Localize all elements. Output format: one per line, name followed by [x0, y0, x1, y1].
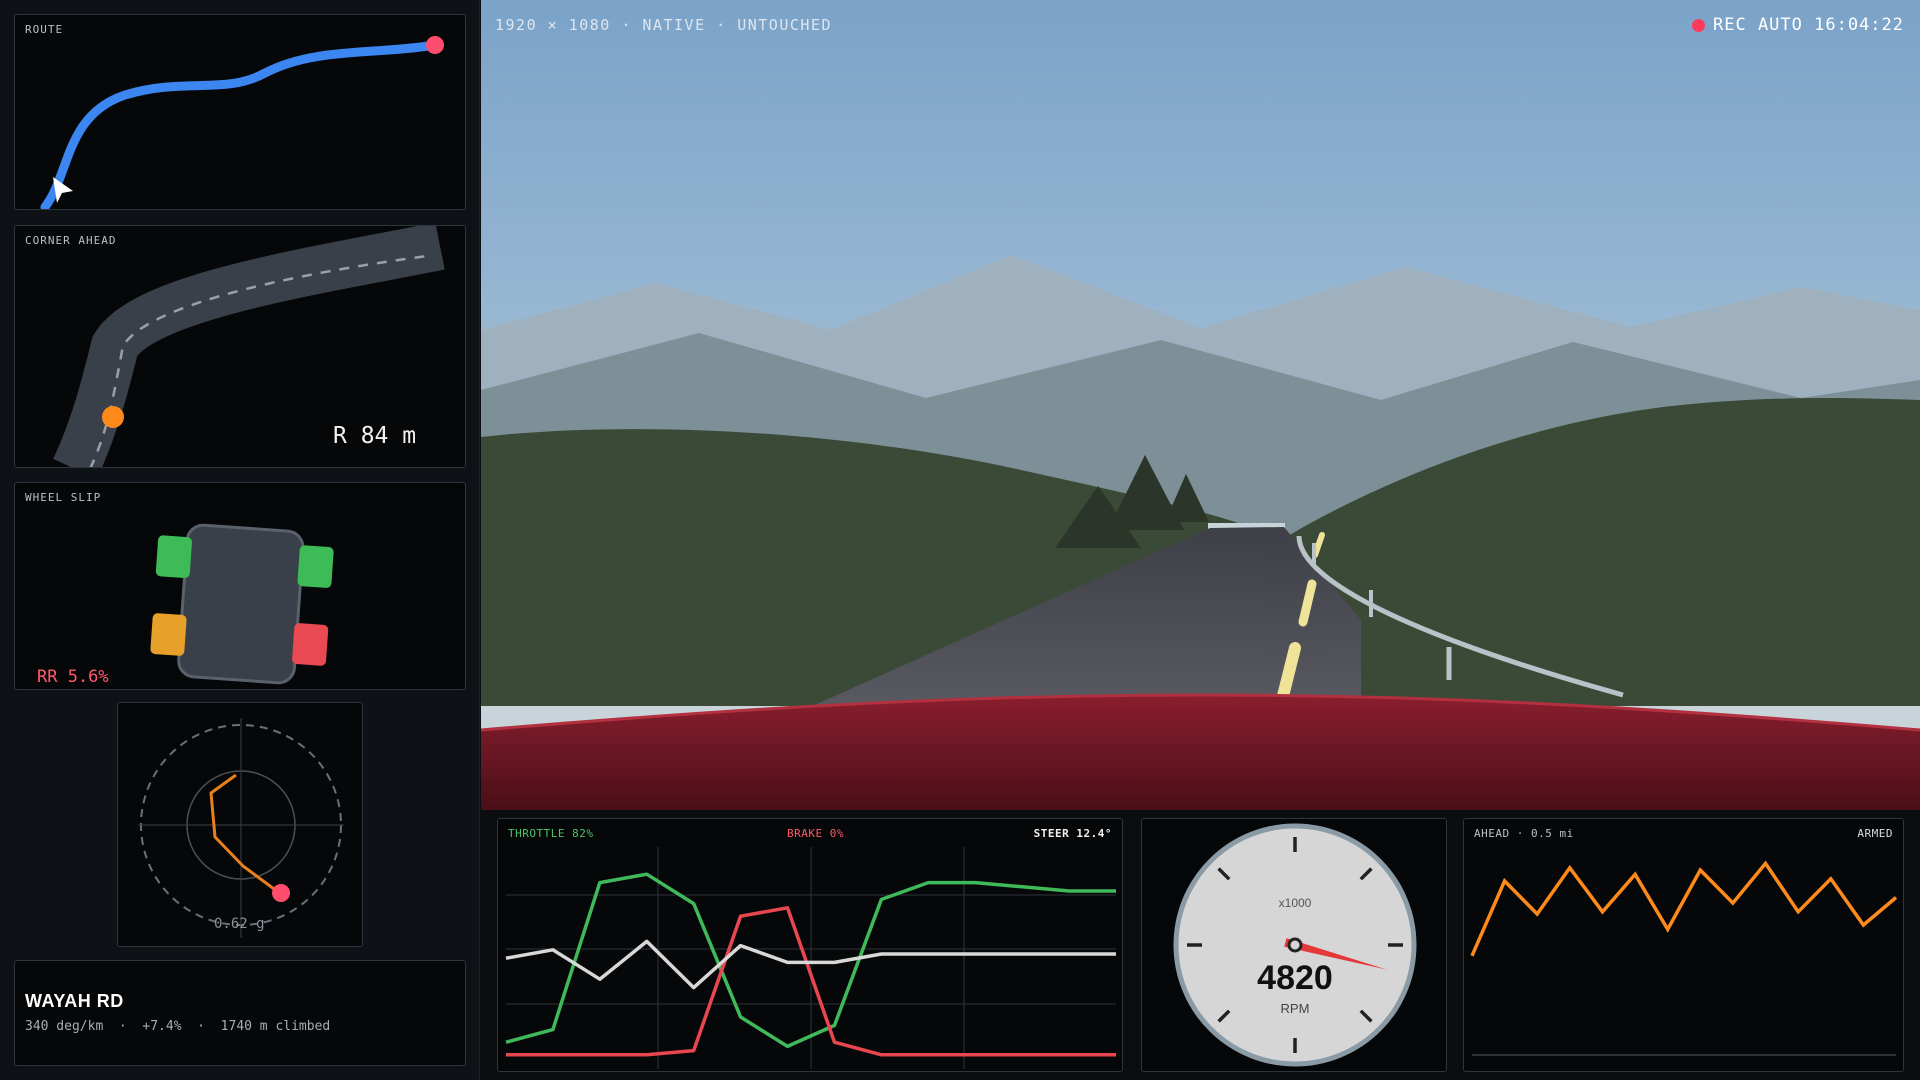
g-meter-plot: [138, 718, 344, 938]
driving-view: 1920 × 1080 · NATIVE · UNTOUCHED REC AUT…: [481, 0, 1920, 810]
road-stats: 340 deg/km · +7.4% · 1740 m climbed: [25, 1019, 331, 1034]
g-meter-readout: 0.62 g: [214, 916, 265, 932]
sidebar: ROUTE CORNER AHEAD R 84 m WHEEL SLIP RR …: [0, 0, 480, 1080]
telemetry-chart: [505, 847, 1116, 1069]
corner-radius-readout: R 84 m: [333, 423, 417, 449]
wheel-slip-panel: WHEEL SLIP RR 5.6%: [14, 482, 466, 690]
elevation-line: [1470, 860, 1898, 957]
car-position-marker: [102, 406, 124, 428]
recording-indicator: REC AUTO 16:04:22: [1692, 15, 1904, 35]
wheel-rear-right: [292, 623, 329, 666]
record-dot-icon: [1692, 18, 1705, 32]
destination-marker: [426, 36, 444, 54]
dashboard-bottom: THROTTLE 82% BRAKE 0% STEER 12.4° x1000 …: [481, 810, 1920, 1080]
rpm-value: 4820: [1257, 959, 1333, 997]
g-current-marker: [272, 884, 290, 902]
ahead-elevation-chart: [1470, 860, 1898, 1056]
g-meter-panel: 0.62 g: [117, 702, 363, 947]
road-name: WAYAH RD: [25, 991, 124, 1011]
recording-status: REC AUTO 16:04:22: [1713, 15, 1904, 35]
tach-hub: [1287, 937, 1303, 953]
wheel-front-left: [155, 535, 192, 579]
tachometer-panel: x1000 4820 RPM: [1141, 818, 1447, 1072]
wheel-slip-diagram: [150, 523, 334, 685]
rpm-unit: RPM: [1280, 1001, 1310, 1016]
scene-illustration: [481, 0, 1920, 810]
wheel-slip-readout: RR 5.6%: [37, 667, 109, 687]
car-body: [177, 523, 305, 685]
tachometer: [1173, 823, 1417, 1067]
wheel-rear-left: [150, 613, 187, 656]
tach-scale-label: x1000: [1278, 896, 1312, 910]
resolution-caption: 1920 × 1080 · NATIVE · UNTOUCHED: [495, 16, 832, 34]
route-map: [40, 36, 444, 209]
route-line: [40, 40, 440, 209]
wheel-front-right: [297, 545, 334, 588]
g-trace: [209, 773, 275, 891]
road-info-panel: WAYAH RD 340 deg/km · +7.4% · 1740 m cli…: [14, 960, 466, 1066]
corner-ahead-panel: CORNER AHEAD R 84 m: [14, 225, 466, 468]
ahead-panel: AHEAD · 0.5 mi ARMED: [1463, 818, 1904, 1072]
telemetry-panel: THROTTLE 82% BRAKE 0% STEER 12.4°: [497, 818, 1123, 1072]
route-panel: ROUTE: [14, 14, 466, 210]
